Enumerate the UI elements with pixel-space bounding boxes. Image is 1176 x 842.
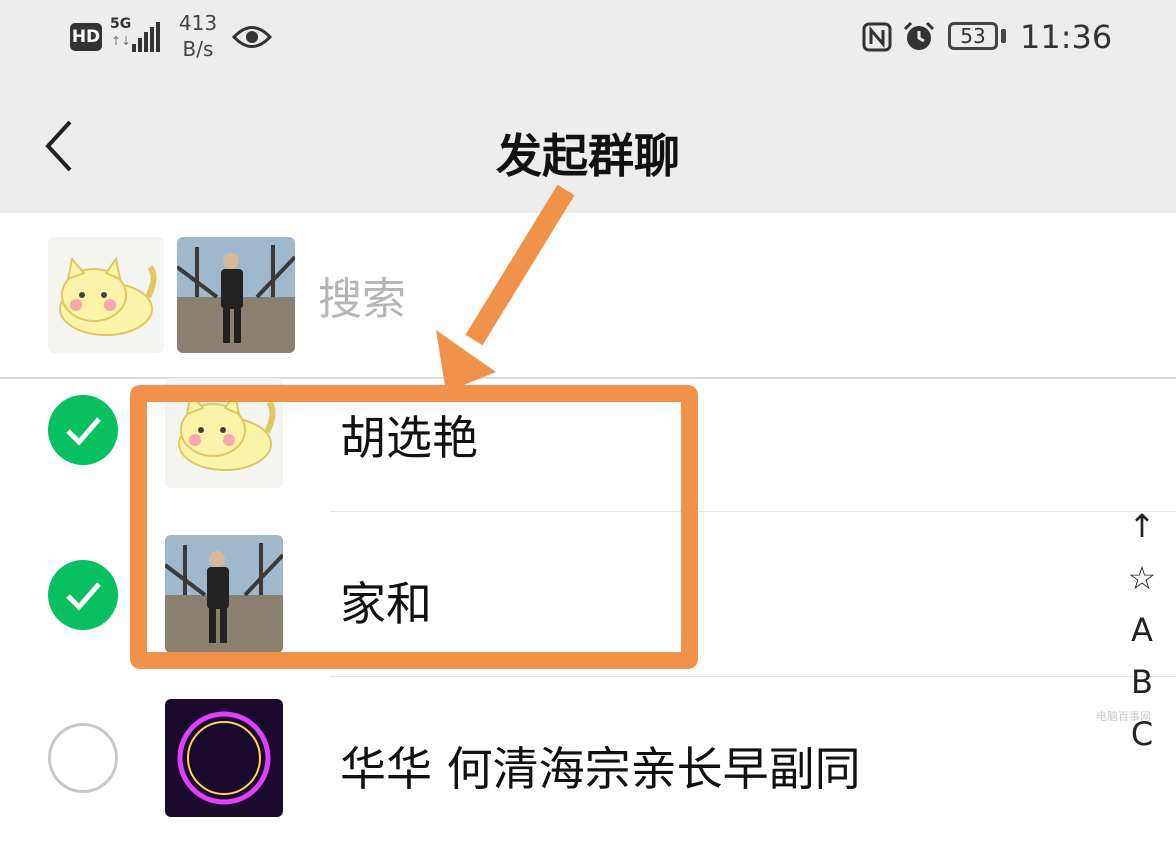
- contact-row[interactable]: 胡选艳: [0, 348, 1176, 513]
- contact-name: 家和: [340, 577, 432, 631]
- selected-avatar-man[interactable]: [177, 237, 295, 353]
- speed-value: 413: [178, 11, 218, 35]
- contact-avatar: [165, 699, 283, 817]
- index-star[interactable]: ☆: [1118, 552, 1166, 604]
- check-icon: [66, 582, 101, 611]
- neon-logo-icon: [165, 699, 283, 817]
- nfc-icon: [862, 22, 892, 52]
- battery-icon: 53: [948, 22, 998, 50]
- signal-icon: [132, 22, 164, 52]
- watermark: 电脑百事网: [1096, 710, 1151, 723]
- eye-icon: [232, 26, 272, 48]
- check-icon: [66, 417, 101, 446]
- cat-avatar-icon: [48, 237, 164, 353]
- contact-name: 华华 何清海宗亲长早副同: [340, 742, 861, 796]
- man-photo-icon: [165, 535, 283, 653]
- checkbox-checked[interactable]: [48, 395, 118, 465]
- checkbox-checked[interactable]: [48, 560, 118, 630]
- index-top[interactable]: ↑: [1118, 500, 1166, 552]
- contact-row[interactable]: 家和: [0, 512, 1176, 677]
- clock: 11:36: [1020, 18, 1113, 56]
- network-type: 5G: [110, 16, 132, 32]
- checkbox-unchecked[interactable]: [48, 723, 118, 793]
- search-input[interactable]: [318, 271, 1018, 327]
- speed-unit: B/s: [182, 37, 214, 61]
- cat-avatar-icon: [165, 378, 283, 488]
- contact-name: 胡选艳: [340, 411, 478, 465]
- network-speed: 413 B/s: [176, 10, 220, 62]
- status-bar: HD 5G ↑↓ 413 B/s 53 11:36: [0, 0, 1176, 80]
- contact-avatar: [165, 378, 283, 488]
- data-arrows-icon: ↑↓: [111, 34, 132, 48]
- selected-avatar-cat[interactable]: [48, 237, 164, 353]
- hd-badge: HD: [70, 23, 102, 51]
- nav-bar: 发起群聊: [0, 80, 1176, 213]
- battery-tip: [1001, 29, 1006, 43]
- index-b[interactable]: B: [1118, 656, 1166, 708]
- contact-row[interactable]: 华华 何清海宗亲长早副同: [0, 677, 1176, 842]
- man-photo-icon: [177, 237, 295, 353]
- contact-avatar: [165, 535, 283, 653]
- index-a[interactable]: A: [1118, 604, 1166, 656]
- alarm-icon: [903, 21, 935, 50]
- page-title: 发起群聊: [496, 129, 680, 183]
